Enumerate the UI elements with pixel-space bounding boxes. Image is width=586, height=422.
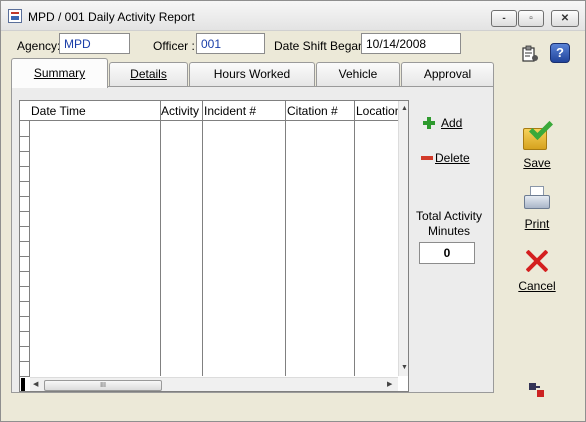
close-button[interactable]: ✕ xyxy=(551,10,579,27)
tab-vehicle[interactable]: Vehicle xyxy=(316,62,400,86)
scroll-down-icon[interactable]: ▼ xyxy=(399,364,408,371)
swap-icon[interactable] xyxy=(529,382,545,398)
row-selector-tick xyxy=(20,151,30,152)
activity-grid[interactable]: Date Time Activity Incident # Citation #… xyxy=(19,100,409,392)
horizontal-scrollbar[interactable]: ◀ III ▶ xyxy=(30,377,398,391)
row-selector-tick xyxy=(20,226,30,227)
agency-field[interactable]: MPD xyxy=(59,33,130,54)
column-divider xyxy=(354,101,355,376)
row-selector-tick xyxy=(20,331,30,332)
grid-header: Date Time Activity Incident # Citation #… xyxy=(20,101,401,121)
date-shift-field[interactable]: 10/14/2008 xyxy=(361,33,461,54)
column-header-activity[interactable]: Activity xyxy=(161,104,199,118)
tab-details[interactable]: Details xyxy=(109,62,188,86)
cancel-button-label: Cancel xyxy=(518,279,556,293)
total-activity-minutes-label: Total Activity Minutes xyxy=(415,209,483,238)
row-selector-tick xyxy=(20,286,30,287)
row-selector-tick xyxy=(20,241,30,242)
tab-approval[interactable]: Approval xyxy=(401,62,494,86)
tab-summary[interactable]: Summary xyxy=(11,58,108,88)
tab-details-label: Details xyxy=(130,67,167,81)
row-selector-tick xyxy=(20,136,30,137)
row-selector-tick xyxy=(20,301,30,302)
column-header-location[interactable]: Location xyxy=(356,104,401,118)
tab-hours-worked-label: Hours Worked xyxy=(213,67,291,81)
agency-label: Agency: xyxy=(17,39,61,53)
officer-label: Officer : xyxy=(153,39,195,53)
title-bar[interactable]: MPD / 001 Daily Activity Report - ▫ ✕ xyxy=(1,1,585,31)
minus-icon xyxy=(421,156,433,160)
print-button[interactable]: Print xyxy=(511,183,563,231)
column-header-date-time[interactable]: Date Time xyxy=(31,104,86,118)
tab-approval-label: Approval xyxy=(423,67,472,81)
row-selector-tick xyxy=(20,211,30,212)
close-icon: ✕ xyxy=(560,13,570,24)
total-activity-minutes-value: 0 xyxy=(419,242,475,264)
app-icon xyxy=(8,9,22,23)
add-button-label: Add xyxy=(441,116,463,130)
row-selector-tick xyxy=(20,271,30,272)
horizontal-scroll-thumb[interactable]: III xyxy=(44,380,162,391)
row-selector-tick xyxy=(20,316,30,317)
save-icon xyxy=(520,115,554,152)
clipboard-settings-icon[interactable] xyxy=(521,45,539,63)
cancel-icon xyxy=(520,245,554,275)
save-button-label: Save xyxy=(523,156,551,170)
row-selector-tick xyxy=(20,376,30,377)
current-row-marker xyxy=(21,378,25,391)
delete-button-label: Delete xyxy=(435,151,470,165)
printer-icon xyxy=(520,183,554,213)
row-selector-column[interactable] xyxy=(20,121,30,377)
minimize-button[interactable]: - xyxy=(491,10,517,27)
save-button[interactable]: Save xyxy=(511,115,563,170)
plus-icon xyxy=(423,117,435,129)
officer-field[interactable]: 001 xyxy=(196,33,265,54)
row-selector-tick xyxy=(20,196,30,197)
window-title: MPD / 001 Daily Activity Report xyxy=(28,10,195,24)
app-window: MPD / 001 Daily Activity Report - ▫ ✕ Ag… xyxy=(0,0,586,422)
tab-vehicle-label: Vehicle xyxy=(338,67,378,81)
column-divider xyxy=(202,101,203,376)
row-selector-tick xyxy=(20,181,30,182)
help-icon[interactable]: ? xyxy=(550,43,570,63)
row-selector-tick xyxy=(20,256,30,257)
row-selector-tick xyxy=(20,361,30,362)
vertical-scrollbar[interactable]: ▲ ▼ xyxy=(398,101,408,376)
scroll-right-icon[interactable]: ▶ xyxy=(387,380,392,388)
column-header-citation[interactable]: Citation # xyxy=(287,104,338,118)
print-button-label: Print xyxy=(524,217,550,231)
maximize-icon: ▫ xyxy=(529,13,533,24)
minimize-icon: - xyxy=(502,13,506,24)
column-divider xyxy=(160,101,161,376)
column-header-incident[interactable]: Incident # xyxy=(204,104,256,118)
maximize-button[interactable]: ▫ xyxy=(518,10,544,27)
tab-summary-label: Summary xyxy=(33,66,86,80)
column-divider xyxy=(285,101,286,376)
add-button[interactable]: Add xyxy=(423,116,462,130)
date-shift-label: Date Shift Began : xyxy=(274,39,372,53)
scroll-up-icon[interactable]: ▲ xyxy=(399,105,408,112)
delete-button[interactable]: Delete xyxy=(421,151,470,165)
tab-hours-worked[interactable]: Hours Worked xyxy=(189,62,315,86)
row-selector-tick xyxy=(20,346,30,347)
cancel-button[interactable]: Cancel xyxy=(511,245,563,293)
row-selector-tick xyxy=(20,166,30,167)
scroll-left-icon[interactable]: ◀ xyxy=(33,380,38,388)
